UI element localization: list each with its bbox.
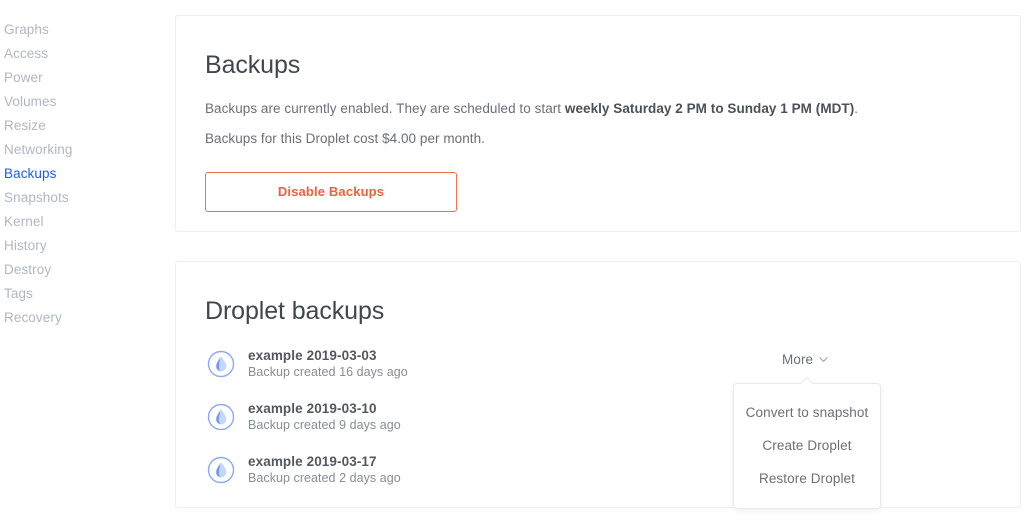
droplet-backups-card-body: Droplet backups example 2019-03-03 Backu… — [176, 262, 1020, 487]
sidebar-item-destroy[interactable]: Destroy — [0, 258, 160, 282]
backups-card: Backups Backups are currently enabled. T… — [175, 15, 1021, 232]
sidebar-item-power[interactable]: Power — [0, 66, 160, 90]
disable-backups-button[interactable]: Disable Backups — [205, 172, 457, 212]
sidebar-item-history[interactable]: History — [0, 234, 160, 258]
sidebar-item-volumes[interactable]: Volumes — [0, 90, 160, 114]
sidebar-item-backups[interactable]: Backups — [0, 162, 160, 186]
menu-item-convert-to-snapshot[interactable]: Convert to snapshot — [734, 396, 880, 429]
page-title: Backups — [205, 51, 301, 79]
backup-created: Backup created 2 days ago — [248, 471, 401, 485]
dropdown-arrow-icon — [800, 377, 813, 384]
backup-meta: example 2019-03-17 Backup created 2 days… — [248, 453, 401, 487]
sidebar-item-access[interactable]: Access — [0, 42, 160, 66]
backups-status-prefix: Backups are currently enabled. They are … — [205, 101, 565, 116]
backups-status-suffix: . — [854, 101, 859, 116]
more-button[interactable]: More — [782, 352, 828, 367]
sidebar-item-recovery[interactable]: Recovery — [0, 306, 160, 330]
sidebar-item-tags[interactable]: Tags — [0, 282, 160, 306]
more-button-label: More — [782, 352, 814, 367]
droplet-backups-card: Droplet backups example 2019-03-03 Backu… — [175, 261, 1021, 508]
backups-status-text: Backups are currently enabled. They are … — [205, 99, 991, 118]
backups-cost-text: Backups for this Droplet cost $4.00 per … — [205, 131, 485, 146]
droplet-icon — [207, 403, 235, 431]
sidebar-item-kernel[interactable]: Kernel — [0, 210, 160, 234]
menu-item-restore-droplet[interactable]: Restore Droplet — [734, 462, 880, 495]
backup-name: example 2019-03-03 — [248, 348, 377, 363]
backup-meta: example 2019-03-10 Backup created 9 days… — [248, 400, 401, 434]
chevron-down-icon — [819, 357, 828, 362]
more-dropdown-panel: Convert to snapshot Create Droplet Resto… — [733, 377, 881, 509]
droplet-icon — [207, 350, 235, 378]
sidebar-item-snapshots[interactable]: Snapshots — [0, 186, 160, 210]
sidebar-item-networking[interactable]: Networking — [0, 138, 160, 162]
sidebar-item-resize[interactable]: Resize — [0, 114, 160, 138]
menu-item-create-droplet[interactable]: Create Droplet — [734, 429, 880, 462]
more-menu: More Convert to snapshot Create Droplet … — [733, 352, 881, 509]
backup-created: Backup created 16 days ago — [248, 365, 408, 379]
backup-name: example 2019-03-10 — [248, 401, 377, 416]
list-item[interactable]: example 2019-03-03 Backup created 16 day… — [205, 347, 991, 381]
backups-schedule: weekly Saturday 2 PM to Sunday 1 PM (MDT… — [564, 101, 855, 116]
backup-meta: example 2019-03-03 Backup created 16 day… — [248, 347, 408, 381]
sidebar: Graphs Access Power Volumes Resize Netwo… — [0, 0, 160, 520]
droplet-icon — [207, 456, 235, 484]
backups-card-body: Backups Backups are currently enabled. T… — [176, 16, 1020, 212]
droplet-backups-title: Droplet backups — [205, 297, 385, 325]
backup-created: Backup created 9 days ago — [248, 418, 401, 432]
sidebar-item-graphs[interactable]: Graphs — [0, 18, 160, 42]
backup-name: example 2019-03-17 — [248, 454, 377, 469]
